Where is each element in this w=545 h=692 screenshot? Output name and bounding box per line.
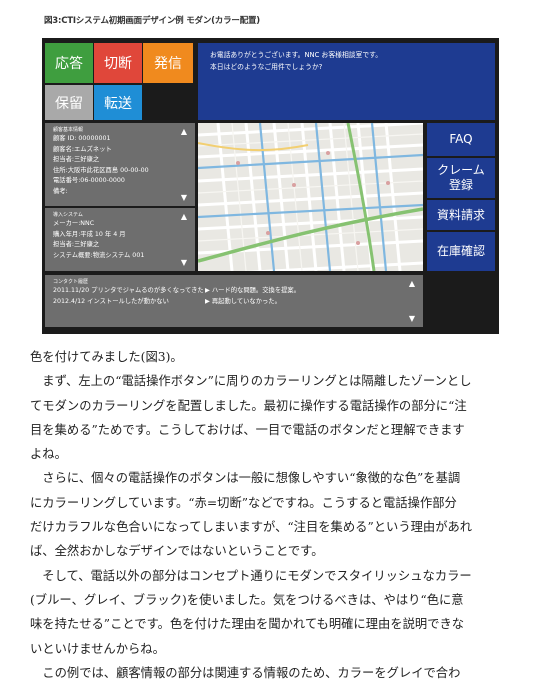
stock-check-button[interactable]: 在庫確認 (427, 232, 495, 271)
document-request-button[interactable]: 資料請求 (427, 200, 495, 230)
body-line: てモダンのカラーリングを配置しました。最初に操作する電話操作の部分に“注 (30, 398, 467, 413)
body-line: この例では、顧客情報の部分は関連する情報のため、カラーをグレイで合わ (30, 665, 461, 680)
contact-history-title: コンタクト履歴 (53, 279, 89, 285)
scroll-down-icon[interactable]: ▼ (181, 259, 187, 267)
cti-screen-figure: 応答 切断 発信 保留 転送 お電話ありがとうございます。NNC お客様相談室で… (42, 38, 499, 334)
claim-label-line-1: クレーム (437, 163, 485, 177)
system-contact-person: 担当者:三好康之 (53, 241, 100, 248)
contact-history-row[interactable]: 2012.4/12 インストールしたが動かない ▶ 再起動していなかった。 (53, 297, 415, 308)
greeting-message: お電話ありがとうございます。NNC お客様相談室です。 本日はどのようなご用件で… (198, 43, 495, 120)
customer-contact-person: 担当者:三好康之 (53, 156, 100, 163)
customer-notes: 備考: (53, 187, 68, 195)
body-line: 色を付けてみました(図3)。 (30, 350, 183, 364)
system-maker: メーカー:NNC (53, 220, 95, 227)
customer-phone: 電話番号:06-0000-0000 (53, 177, 125, 184)
contact-history-resolution: ▶ 再起動していなかった。 (205, 297, 281, 305)
article-body: 色を付けてみました(図3)。 まず、左上の“電話操作ボタン”に周りのカラーリング… (30, 345, 520, 685)
customer-address: 住所:大阪市此花区酉島 00-00-00 (53, 166, 149, 174)
dial-button[interactable]: 発信 (143, 43, 193, 83)
system-info-panel: 導入システム メーカー:NNC 購入年月:平成 10 年 4 月 担当者:三好康… (45, 208, 195, 271)
scroll-up-icon[interactable]: ▲ (409, 280, 415, 288)
customer-info-title: 顧客基本情報 (53, 127, 84, 133)
scroll-up-icon[interactable]: ▲ (181, 128, 187, 136)
body-line: いといけませんからね。 (30, 641, 165, 656)
contact-history-entry: 2012.4/12 インストールしたが動かない (53, 297, 169, 305)
body-line: にカラーリングしています。“赤=切断”などですね。こうすると電話操作部分 (30, 495, 457, 510)
scroll-down-icon[interactable]: ▼ (409, 315, 415, 323)
body-line: (ブルー、グレイ、ブラック)を使いました。気をつけるべきは、やはり“色に意 (30, 592, 464, 607)
contact-history-resolution: ▶ ハード的な問題。交換を提案。 (205, 287, 301, 294)
greeting-line-1: お電話ありがとうございます。NNC お客様相談室です。 (210, 51, 383, 59)
system-info-title: 導入システム (53, 212, 83, 218)
body-line: 目を集める”ためです。こうしておけば、一目で電話のボタンだと理解できます (30, 422, 465, 437)
customer-id: 顧客 ID: 00000001 (53, 135, 111, 142)
contact-history-row[interactable]: 2011.11/20 プリンタでジャムるのが多くなってきた ▶ ハード的な問題。… (53, 286, 415, 297)
customer-info-panel: 顧客基本情報 顧客 ID: 00000001 顧客名:エムズネット 担当者:三好… (45, 123, 195, 206)
transfer-button[interactable]: 転送 (94, 85, 142, 120)
figure-caption: 図3:CTIシステム初期画面デザイン例 モダン(カラー配置) (44, 16, 260, 26)
contact-history-panel: コンタクト履歴 2011.11/20 プリンタでジャムるのが多くなってきた ▶ … (45, 275, 423, 327)
map-illustration (198, 123, 423, 271)
claim-label-line-2: 登録 (448, 178, 473, 192)
answer-button[interactable]: 応答 (45, 43, 93, 83)
scroll-up-icon[interactable]: ▲ (181, 213, 187, 221)
body-line: さらに、個々の電話操作のボタンは一般に想像しやすい“象徴的な色”を基調 (30, 471, 461, 486)
body-line: 味を持たせる”ことです。色を付けた理由を聞かれても明確に理由を説明できな (30, 617, 465, 632)
body-line: だけカラフルな色合いになってしまいますが、“注目を集める”という理由があれ (30, 520, 473, 535)
scroll-down-icon[interactable]: ▼ (181, 194, 187, 202)
map-view[interactable] (198, 123, 423, 271)
hangup-button[interactable]: 切断 (94, 43, 142, 83)
hold-button[interactable]: 保留 (45, 85, 93, 120)
body-line: よね。 (30, 447, 67, 462)
body-line: ば、全然おかしなデザインではないということです。 (30, 544, 324, 559)
customer-name: 顧客名:エムズネット (53, 145, 112, 153)
greeting-line-2: 本日はどのようなご用件でしょうか? (210, 63, 323, 71)
system-overview: システム概要:物流システム 001 (53, 251, 145, 259)
system-purchase-date: 購入年月:平成 10 年 4 月 (53, 230, 126, 238)
claim-register-button[interactable]: クレーム 登録 (427, 158, 495, 198)
faq-button[interactable]: FAQ (427, 123, 495, 156)
body-line: そして、電話以外の部分はコンセプト通りにモダンでスタイリッシュなカラー (30, 568, 472, 583)
contact-history-entry: 2011.11/20 プリンタでジャムるのが多くなってきた (53, 287, 204, 294)
body-line: まず、左上の“電話操作ボタン”に周りのカラーリングとは隔離したゾーンとし (30, 374, 472, 389)
